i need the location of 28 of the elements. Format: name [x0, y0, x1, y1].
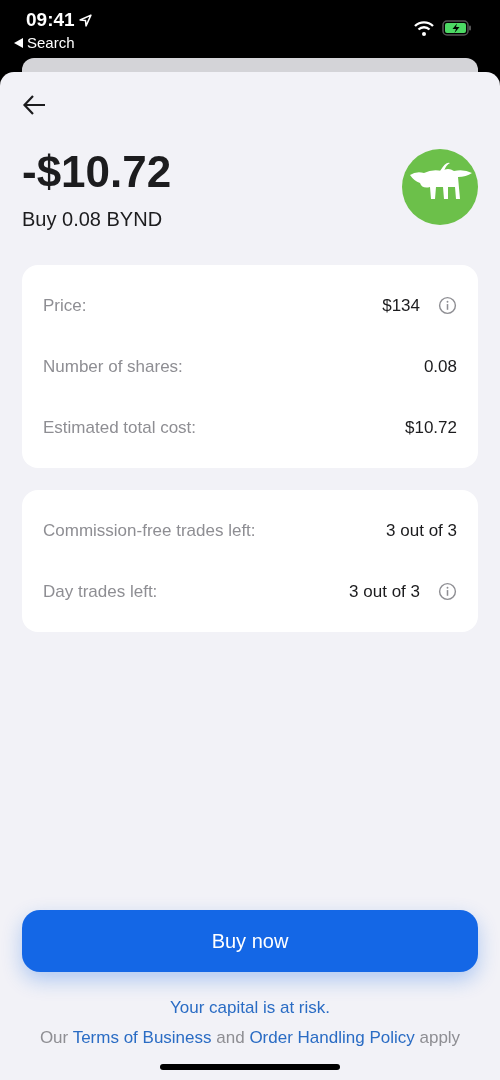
policy-link[interactable]: Terms of Business — [72, 1028, 212, 1047]
order-amount: -$10.72 — [22, 146, 172, 198]
detail-label: Commission-free trades left: — [43, 520, 257, 541]
detail-label: Price: — [43, 295, 88, 316]
policy-link[interactable]: Order Handling Policy — [249, 1028, 415, 1047]
detail-value: 3 out of 3 — [349, 581, 420, 602]
risk-warning: Your capital is at risk. — [170, 998, 330, 1018]
detail-label: Day trades left: — [43, 581, 159, 602]
cow-logo-icon — [402, 149, 478, 225]
back-to-app-link[interactable]: Search — [14, 34, 92, 51]
info-button[interactable] — [438, 582, 457, 601]
wifi-icon — [414, 20, 434, 36]
detail-value: $10.72 — [405, 417, 457, 438]
battery-charging-icon — [442, 20, 472, 36]
location-arrow-icon — [78, 13, 92, 27]
info-button[interactable] — [438, 296, 457, 315]
info-icon — [438, 296, 457, 315]
detail-label: Number of shares: — [43, 356, 184, 377]
detail-value: 3 out of 3 — [386, 520, 457, 541]
detail-label: Estimated total cost: — [43, 417, 198, 438]
back-triangle-icon — [14, 37, 23, 48]
detail-value: $134 — [382, 295, 420, 316]
info-icon — [438, 582, 457, 601]
detail-value: 0.08 — [423, 356, 457, 377]
buy-now-button[interactable]: Buy now — [22, 910, 478, 972]
status-time: 09:41 — [26, 9, 92, 31]
legal-notice: Our Terms of Business and Order Handling Policy apply — [38, 1027, 462, 1049]
order-summary: Buy 0.08 BYND — [22, 208, 164, 231]
